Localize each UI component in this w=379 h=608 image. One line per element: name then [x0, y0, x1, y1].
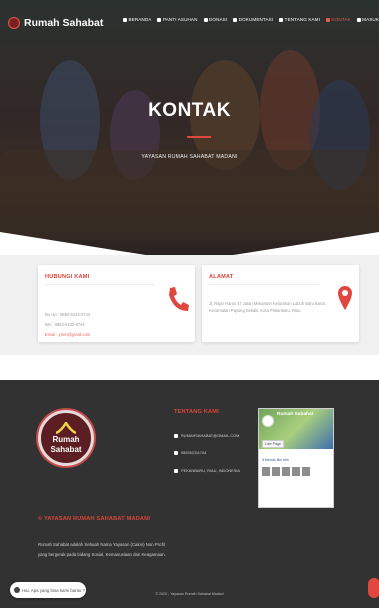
map-pin-icon [338, 286, 352, 310]
contact-whatsapp: WA : 0853-5133-0744 [45, 322, 85, 327]
contact-phone: No Hp : 0853-5133-0744 [45, 312, 91, 317]
tentang-phone: 085352111744 [174, 450, 206, 455]
phone-icon [169, 287, 189, 311]
phone-icon [174, 450, 178, 455]
nav-item-masuk[interactable]: MASUK [356, 17, 379, 22]
nav-item-tentang-kami[interactable]: TENTANG KAMI [279, 17, 320, 22]
login-icon [356, 17, 361, 22]
contact-section: HUBUNGI KAMI No Hp : 0853-5133-0744 WA :… [0, 255, 379, 355]
fb-friend-avatar [282, 467, 290, 476]
fb-friend-avatar [262, 467, 270, 476]
copyright: © 2020 - Yayasan Rumah Sahabat Madani [155, 592, 224, 596]
contact-card-hubungi: HUBUNGI KAMI No Hp : 0853-5133-0744 WA :… [38, 265, 195, 342]
fb-like-button[interactable]: Like Page [262, 440, 284, 448]
title-divider [187, 136, 211, 138]
facebook-page-widget[interactable]: Rumah Sabahat Like Page 5 friends like t… [258, 408, 334, 508]
org-title: © YAYASAN RUMAH SAHABAT MADANI [38, 516, 151, 522]
fb-friend-avatar [272, 467, 280, 476]
navbar: Rumah Sahabat BERANDA PANTI ASUHAN DONAS… [0, 0, 379, 46]
home-icon [123, 17, 128, 22]
roof-icon [56, 422, 76, 434]
nav-item-donasi[interactable]: DONASI [203, 17, 228, 22]
donation-icon [203, 17, 208, 22]
image-icon [233, 17, 238, 22]
fb-friend-faces [262, 467, 310, 476]
org-description: Rumah Sahabat adalah Sebuah Nama Yayasan… [38, 542, 166, 557]
user-icon [279, 17, 284, 22]
tentang-location: PEKANBARU, RIAU, INDONESIA [174, 468, 240, 473]
contact-card-alamat: ALAMAT Jl. Rajar Harus 47 Jalan Mekarsar… [202, 265, 359, 342]
nav-item-beranda[interactable]: BERANDA [123, 17, 151, 22]
card-title: ALAMAT [209, 274, 234, 280]
nav-item-kontak[interactable]: KONTAK [326, 17, 351, 22]
tentang-email: RUMAHSAHABAT@GMAIL.COM [174, 433, 239, 438]
fb-page-name[interactable]: Rumah Sabahat [277, 412, 313, 418]
card-divider [209, 284, 319, 285]
fb-page-avatar [262, 415, 274, 427]
page-subtitle: YAYASAN RUMAH SAHABAT MADANI [141, 154, 238, 160]
brand-logo-icon [8, 17, 20, 29]
fb-friend-avatar [302, 467, 310, 476]
brand[interactable]: Rumah Sahabat [8, 17, 103, 29]
fb-friends-text: 5 friends like this [262, 458, 289, 462]
card-title: HUBUNGI KAMI [45, 274, 90, 280]
footer: Rumah Sahabat © YAYASAN RUMAH SAHABAT MA… [0, 380, 379, 608]
brand-name: Rumah Sahabat [24, 17, 104, 29]
page-title: KONTAK [148, 100, 231, 121]
hero-banner: Rumah Sahabat BERANDA PANTI ASUHAN DONAS… [0, 0, 379, 262]
scroll-to-top-button[interactable] [368, 578, 379, 598]
footer-logo-text: Rumah [52, 435, 80, 444]
footer-logo: Rumah Sahabat [38, 410, 94, 466]
footer-logo-text: Sahabat [50, 445, 82, 454]
contact-address: Jl. Rajar Harus 47 Jalan Mekarsari Kelur… [209, 301, 326, 313]
nav-item-panti-asuhan[interactable]: PANTI ASUHAN [157, 17, 197, 22]
fb-friend-avatar [292, 467, 300, 476]
contact-email[interactable]: Email : yrsm@gmail.com [45, 332, 90, 337]
phone-icon [326, 17, 330, 22]
nav-item-dokumentasi[interactable]: DOKUMENTASI [233, 17, 273, 22]
mail-icon [174, 433, 178, 438]
location-icon [174, 468, 178, 473]
grid-icon [157, 17, 162, 22]
main-nav: BERANDA PANTI ASUHAN DONASI DOKUMENTASI … [123, 17, 379, 22]
card-divider [45, 284, 155, 285]
tentang-title: TENTANG KAMI [174, 409, 219, 415]
